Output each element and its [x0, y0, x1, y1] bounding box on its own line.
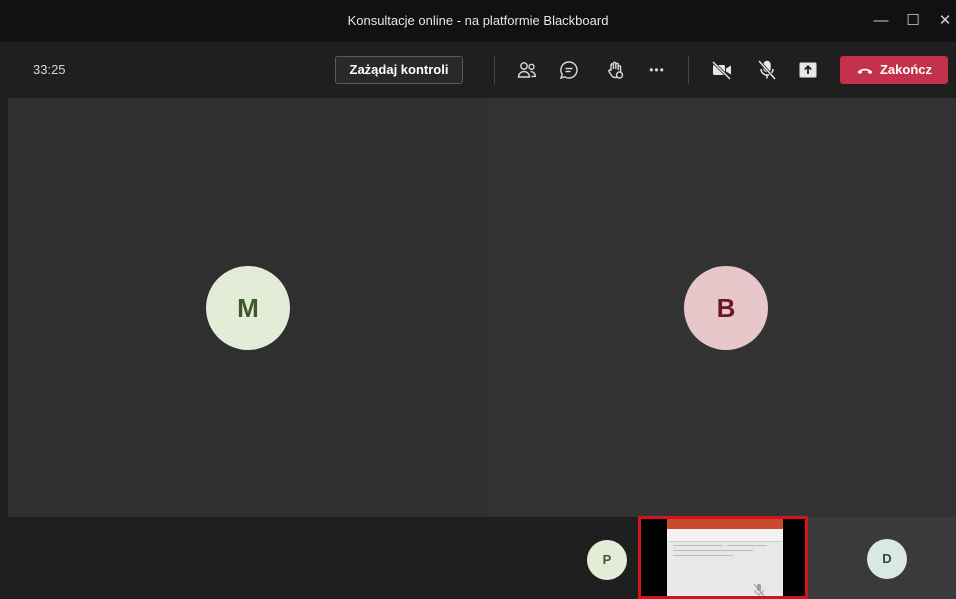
- end-call-button[interactable]: Zakończ: [840, 56, 948, 84]
- share-screen-icon[interactable]: [796, 58, 820, 82]
- toolbar-divider: [494, 56, 495, 84]
- people-icon[interactable]: [515, 58, 539, 82]
- avatar: M: [206, 266, 290, 350]
- meeting-timer: 33:25: [33, 62, 66, 77]
- mic-icon: [753, 583, 765, 596]
- toolbar-divider: [688, 56, 689, 84]
- request-control-button[interactable]: Zażądaj kontroli: [335, 56, 463, 84]
- chat-icon[interactable]: [557, 58, 581, 82]
- raise-hand-icon[interactable]: [603, 58, 627, 82]
- participant-tile-d[interactable]: D: [808, 517, 956, 599]
- participant-tile-b[interactable]: B: [488, 98, 956, 517]
- window-title: Konsultacje online - na platformie Black…: [347, 13, 609, 28]
- title-bar: Konsultacje online - na platformie Black…: [0, 0, 956, 42]
- minimize-button[interactable]: —: [870, 10, 892, 32]
- phone-hangup-icon: [857, 68, 873, 74]
- close-button[interactable]: ✕: [934, 10, 956, 32]
- end-call-label: Zakończ: [879, 62, 932, 77]
- avatar[interactable]: P: [587, 540, 627, 580]
- avatar: B: [684, 266, 768, 350]
- shared-screen-preview: [667, 519, 783, 596]
- meeting-toolbar: 33:25 Zażądaj kontroli ••• Zakończ: [0, 42, 956, 98]
- screen-share-thumbnail[interactable]: [638, 516, 808, 599]
- mic-off-icon[interactable]: [755, 58, 779, 82]
- more-icon[interactable]: •••: [645, 58, 669, 82]
- camera-off-icon[interactable]: [710, 58, 734, 82]
- maximize-button[interactable]: ☐: [902, 10, 924, 32]
- avatar: D: [867, 539, 907, 579]
- participant-tile-m[interactable]: M: [8, 98, 488, 517]
